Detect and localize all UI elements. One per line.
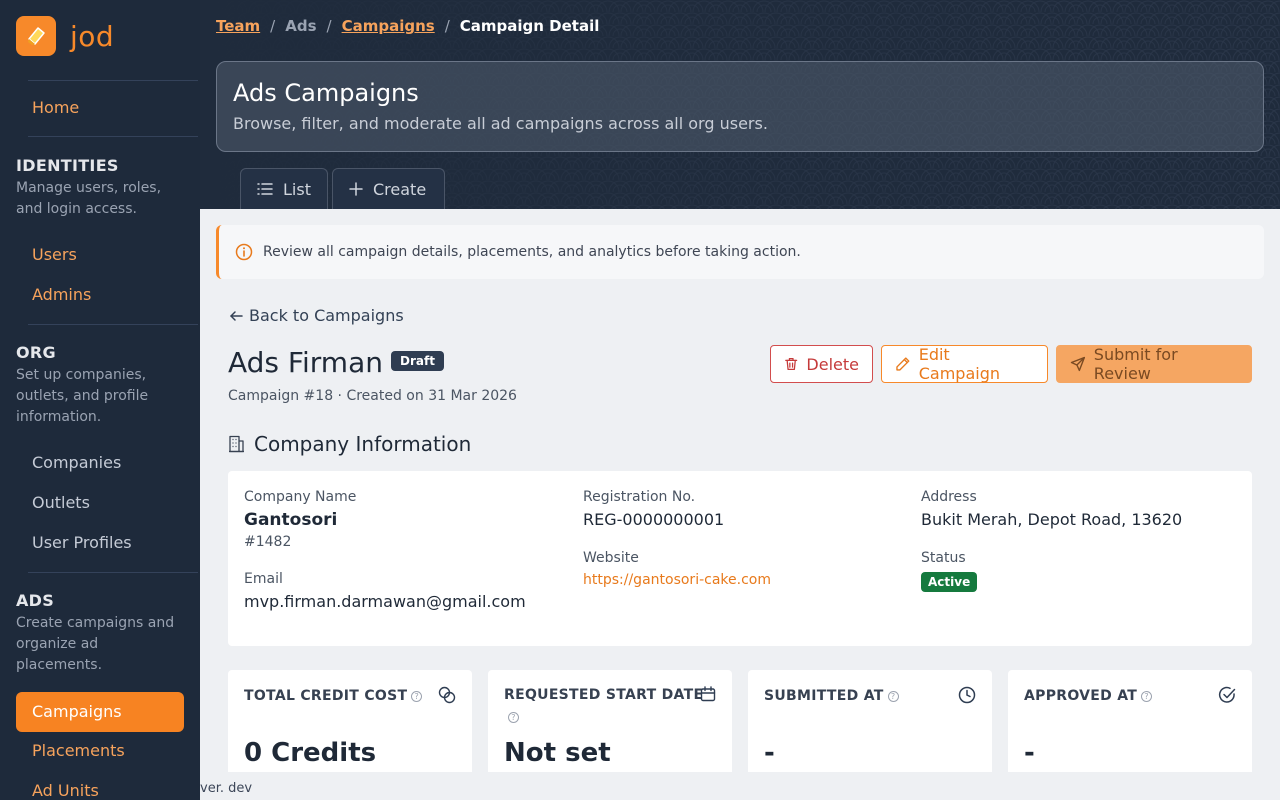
breadcrumb-current: Campaign Detail: [459, 17, 600, 35]
pencil-icon: [896, 357, 910, 371]
email-label: Email: [244, 571, 283, 587]
sidebar: jod Home IDENTITIES Manage users, roles,…: [0, 0, 200, 800]
divider: [28, 136, 198, 137]
sidebar-item-admins[interactable]: Admins: [16, 275, 184, 315]
divider: [28, 324, 198, 325]
sidebar-item-companies[interactable]: Companies: [16, 443, 184, 483]
company-status-label: Status: [921, 550, 966, 566]
send-icon: [1070, 356, 1086, 372]
stat-label-start-date: REQUESTED START DATE?: [504, 687, 704, 723]
breadcrumb-campaigns[interactable]: Campaigns: [342, 17, 435, 35]
stat-card-approved: APPROVED AT?: [1008, 670, 1252, 780]
tab-create[interactable]: Create: [332, 168, 445, 209]
section-title-identities: IDENTITIES: [16, 156, 119, 175]
page-subtitle: Browse, filter, and moderate all ad camp…: [233, 114, 768, 133]
sidebar-item-outlets[interactable]: Outlets: [16, 483, 184, 523]
website-label: Website: [583, 550, 639, 566]
building-icon: [229, 435, 244, 453]
sidebar-item-home[interactable]: Home: [16, 88, 184, 128]
section-desc-org: Set up companies, outlets, and profile i…: [16, 367, 149, 425]
arrow-left-icon: [230, 310, 243, 321]
brand-name: jod: [70, 19, 115, 53]
stat-card-submitted: SUBMITTED AT?: [748, 670, 992, 780]
brand[interactable]: jod: [16, 16, 114, 56]
sidebar-item-user-profiles[interactable]: User Profiles: [16, 523, 184, 563]
campaign-title: Ads Firman: [228, 346, 383, 379]
help-icon[interactable]: ?: [887, 690, 899, 702]
section-desc-ads: Create campaigns and organize ad placeme…: [16, 615, 175, 673]
clock-icon: [958, 686, 976, 704]
company-card: Company Name Gantosori #1482 Email mvp.f…: [228, 471, 1252, 646]
back-to-campaigns-link[interactable]: Back to Campaigns: [229, 306, 404, 325]
breadcrumb-team[interactable]: Team: [216, 17, 260, 35]
company-id: #1482: [244, 534, 292, 550]
registration-label: Registration No.: [583, 489, 696, 505]
address-label: Address: [921, 489, 977, 505]
company-status-badge: Active: [921, 572, 978, 592]
tab-create-label: Create: [373, 179, 427, 199]
page-header-card: Ads Campaigns Browse, filter, and modera…: [216, 61, 1264, 152]
section-desc-identities: Manage users, roles, and login access.: [16, 180, 162, 217]
sidebar-item-users[interactable]: Users: [16, 235, 184, 275]
edit-label: Edit Campaign: [918, 345, 1000, 383]
logo-icon: [16, 16, 56, 56]
back-link-label: Back to Campaigns: [249, 306, 404, 325]
divider: [28, 80, 198, 81]
sidebar-item-campaigns[interactable]: Campaigns: [16, 692, 184, 732]
stat-value-approved: -: [1024, 738, 1035, 768]
company-section-label: Company Information: [254, 432, 472, 456]
breadcrumb-separator: /: [326, 17, 332, 35]
stat-label-approved: APPROVED AT?: [1024, 688, 1153, 704]
delete-label: Delete: [806, 354, 859, 374]
stat-label-submitted: SUBMITTED AT?: [764, 688, 899, 704]
sidebar-item-ad-units[interactable]: Ad Units: [16, 771, 184, 800]
campaign-meta: Campaign #18 · Created on 31 Mar 2026: [228, 388, 517, 404]
check-circle-icon: [1218, 686, 1236, 703]
breadcrumb-ads: Ads: [285, 17, 317, 35]
submit-for-review-button[interactable]: Submit for Review: [1056, 345, 1252, 383]
calendar-icon: [700, 686, 716, 702]
sidebar-item-placements[interactable]: Placements: [16, 731, 184, 771]
breadcrumb: Team / Ads / Campaigns / Campaign Detail: [216, 17, 599, 35]
section-title-org: ORG: [16, 343, 56, 362]
stat-label-credit: TOTAL CREDIT COST?: [244, 688, 423, 704]
edit-campaign-button[interactable]: Edit Campaign: [881, 345, 1048, 383]
delete-button[interactable]: Delete: [770, 345, 873, 383]
coins-icon: [438, 686, 456, 704]
trash-icon: [785, 357, 798, 371]
company-section-title: Company Information: [228, 432, 471, 456]
help-icon[interactable]: ?: [508, 711, 519, 723]
version-label: ver. dev: [200, 781, 253, 796]
website-link[interactable]: https://gantosori-cake.com: [583, 572, 771, 588]
status-badge: Draft: [391, 351, 444, 371]
help-icon[interactable]: ?: [411, 690, 423, 702]
footer-area: [200, 772, 1280, 800]
info-alert: Review all campaign details, placements,…: [216, 225, 1264, 279]
stat-value-start-date: Not set: [504, 738, 611, 768]
email-value: mvp.firman.darmawan@gmail.com: [244, 592, 526, 611]
company-name-label: Company Name: [244, 489, 357, 505]
section-title-ads: ADS: [16, 591, 55, 610]
alert-text: Review all campaign details, placements,…: [263, 244, 801, 260]
company-name-value: Gantosori: [244, 510, 338, 530]
help-icon[interactable]: ?: [1141, 690, 1153, 702]
registration-value: REG-0000000001: [583, 510, 725, 529]
breadcrumb-separator: /: [444, 17, 450, 35]
plus-icon: [349, 182, 363, 196]
page-title: Ads Campaigns: [233, 79, 419, 107]
stat-value-credit: 0 Credits: [244, 738, 377, 768]
tab-list[interactable]: List: [240, 168, 328, 209]
list-icon: [257, 183, 273, 195]
divider: [28, 572, 198, 573]
stat-value-submitted: -: [764, 738, 775, 768]
breadcrumb-separator: /: [270, 17, 276, 35]
submit-label: Submit for Review: [1093, 345, 1178, 383]
tab-list-label: List: [283, 179, 311, 199]
address-value: Bukit Merah, Depot Road, 13620: [921, 510, 1183, 529]
info-icon: [235, 243, 253, 261]
